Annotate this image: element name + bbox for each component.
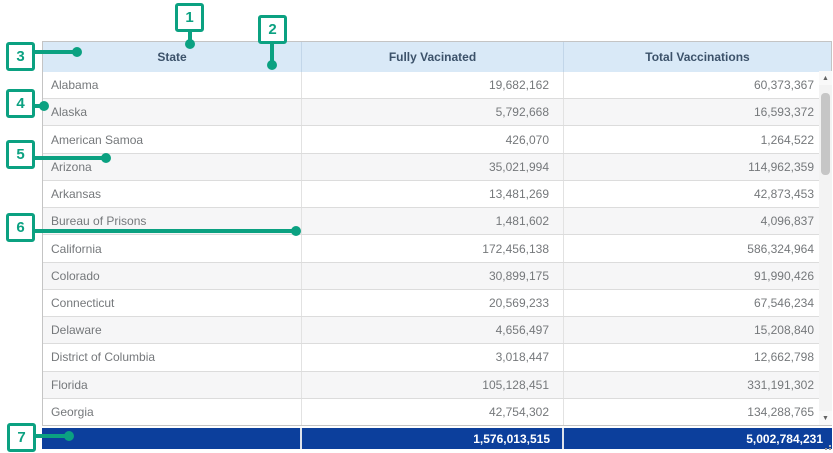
- total-vaccinations-cell: 91,990,426: [563, 263, 831, 289]
- table-row[interactable]: Alabama 19,682,162 60,373,367: [43, 72, 831, 99]
- total-vaccinations-cell: 42,873,453: [563, 181, 831, 207]
- total-vaccinations-cell: 134,288,765: [563, 399, 831, 425]
- total-vaccinations-cell: 15,208,840: [563, 317, 831, 343]
- fully-vacinated-cell: 20,569,233: [301, 290, 563, 316]
- state-cell: Florida: [43, 372, 301, 398]
- fully-vacinated-cell: 30,899,175: [301, 263, 563, 289]
- fully-vacinated-cell: 19,682,162: [301, 72, 563, 98]
- annotation-marker-7: 7: [7, 423, 36, 452]
- totals-total-vaccinations-cell: 5,002,784,231: [562, 428, 832, 449]
- total-vaccinations-cell: 114,962,359: [563, 154, 831, 180]
- column-header-fully-vacinated[interactable]: Fully Vacinated: [301, 42, 563, 72]
- annotation-dot-1: [185, 39, 195, 49]
- state-cell: Arkansas: [43, 181, 301, 207]
- scroll-up-icon[interactable]: ▲: [819, 71, 832, 85]
- scroll-down-icon[interactable]: ▼: [819, 411, 832, 425]
- annotation-dot-7: [64, 431, 74, 441]
- annotation-marker-4: 4: [6, 89, 35, 118]
- table-header-row: State Fully Vacinated Total Vaccinations: [43, 42, 831, 72]
- scrollbar-thumb[interactable]: [821, 93, 830, 175]
- table-row[interactable]: Arkansas 13,481,269 42,873,453: [43, 181, 831, 208]
- fully-vacinated-cell: 5,792,668: [301, 99, 563, 125]
- fully-vacinated-cell: 426,070: [301, 126, 563, 152]
- totals-state-cell: [42, 428, 300, 449]
- column-header-total-vaccinations[interactable]: Total Vaccinations: [563, 42, 831, 72]
- total-vaccinations-cell: 12,662,798: [563, 344, 831, 370]
- fully-vacinated-cell: 42,754,302: [301, 399, 563, 425]
- annotation-marker-2: 2: [258, 15, 287, 44]
- total-vaccinations-cell: 586,324,964: [563, 235, 831, 261]
- state-cell: Georgia: [43, 399, 301, 425]
- column-header-state[interactable]: State: [43, 42, 301, 72]
- state-cell: American Samoa: [43, 126, 301, 152]
- annotation-marker-5: 5: [6, 140, 35, 169]
- annotation-dot-4: [39, 101, 49, 111]
- table-row[interactable]: American Samoa 426,070 1,264,522: [43, 126, 831, 153]
- state-cell: California: [43, 235, 301, 261]
- totals-fully-vacinated-cell: 1,576,013,515: [300, 428, 562, 449]
- table-row[interactable]: Alaska 5,792,668 16,593,372: [43, 99, 831, 126]
- page-background: State Fully Vacinated Total Vaccinations…: [0, 0, 833, 453]
- annotation-marker-3: 3: [6, 42, 35, 71]
- table-row[interactable]: California 172,456,138 586,324,964: [43, 235, 831, 262]
- fully-vacinated-cell: 172,456,138: [301, 235, 563, 261]
- annotation-line-6: [33, 229, 297, 233]
- table-row[interactable]: District of Columbia 3,018,447 12,662,79…: [43, 344, 831, 371]
- table-row[interactable]: Delaware 4,656,497 15,208,840: [43, 317, 831, 344]
- state-cell: Alaska: [43, 99, 301, 125]
- state-cell: District of Columbia: [43, 344, 301, 370]
- table-row[interactable]: Florida 105,128,451 331,191,302: [43, 372, 831, 399]
- vertical-scrollbar[interactable]: ▲ ▼: [819, 71, 832, 425]
- resize-handle-icon[interactable]: [825, 446, 831, 451]
- table-row[interactable]: Colorado 30,899,175 91,990,426: [43, 263, 831, 290]
- state-cell: Delaware: [43, 317, 301, 343]
- fully-vacinated-cell: 35,021,994: [301, 154, 563, 180]
- state-cell: Colorado: [43, 263, 301, 289]
- annotation-dot-2: [267, 60, 277, 70]
- total-vaccinations-cell: 1,264,522: [563, 126, 831, 152]
- state-cell: Alabama: [43, 72, 301, 98]
- annotation-marker-1: 1: [175, 3, 204, 32]
- fully-vacinated-cell: 105,128,451: [301, 372, 563, 398]
- annotation-marker-6: 6: [6, 213, 35, 242]
- fully-vacinated-cell: 13,481,269: [301, 181, 563, 207]
- table-row[interactable]: Connecticut 20,569,233 67,546,234: [43, 290, 831, 317]
- total-vaccinations-cell: 60,373,367: [563, 72, 831, 98]
- fully-vacinated-cell: 1,481,602: [301, 208, 563, 234]
- totals-row: 1,576,013,515 5,002,784,231: [42, 428, 832, 449]
- vaccination-table: State Fully Vacinated Total Vaccinations…: [42, 41, 832, 426]
- table-row[interactable]: Georgia 42,754,302 134,288,765: [43, 399, 831, 425]
- state-cell: Connecticut: [43, 290, 301, 316]
- total-vaccinations-cell: 16,593,372: [563, 99, 831, 125]
- fully-vacinated-cell: 3,018,447: [301, 344, 563, 370]
- total-vaccinations-cell: 67,546,234: [563, 290, 831, 316]
- annotation-dot-5: [101, 153, 111, 163]
- fully-vacinated-cell: 4,656,497: [301, 317, 563, 343]
- annotation-dot-3: [72, 47, 82, 57]
- annotation-line-5: [33, 156, 108, 160]
- total-vaccinations-cell: 4,096,837: [563, 208, 831, 234]
- table-rows: Alabama 19,682,162 60,373,367 Alaska 5,7…: [43, 72, 831, 425]
- table-row[interactable]: Arizona 35,021,994 114,962,359: [43, 154, 831, 181]
- total-vaccinations-cell: 331,191,302: [563, 372, 831, 398]
- annotation-dot-6: [291, 226, 301, 236]
